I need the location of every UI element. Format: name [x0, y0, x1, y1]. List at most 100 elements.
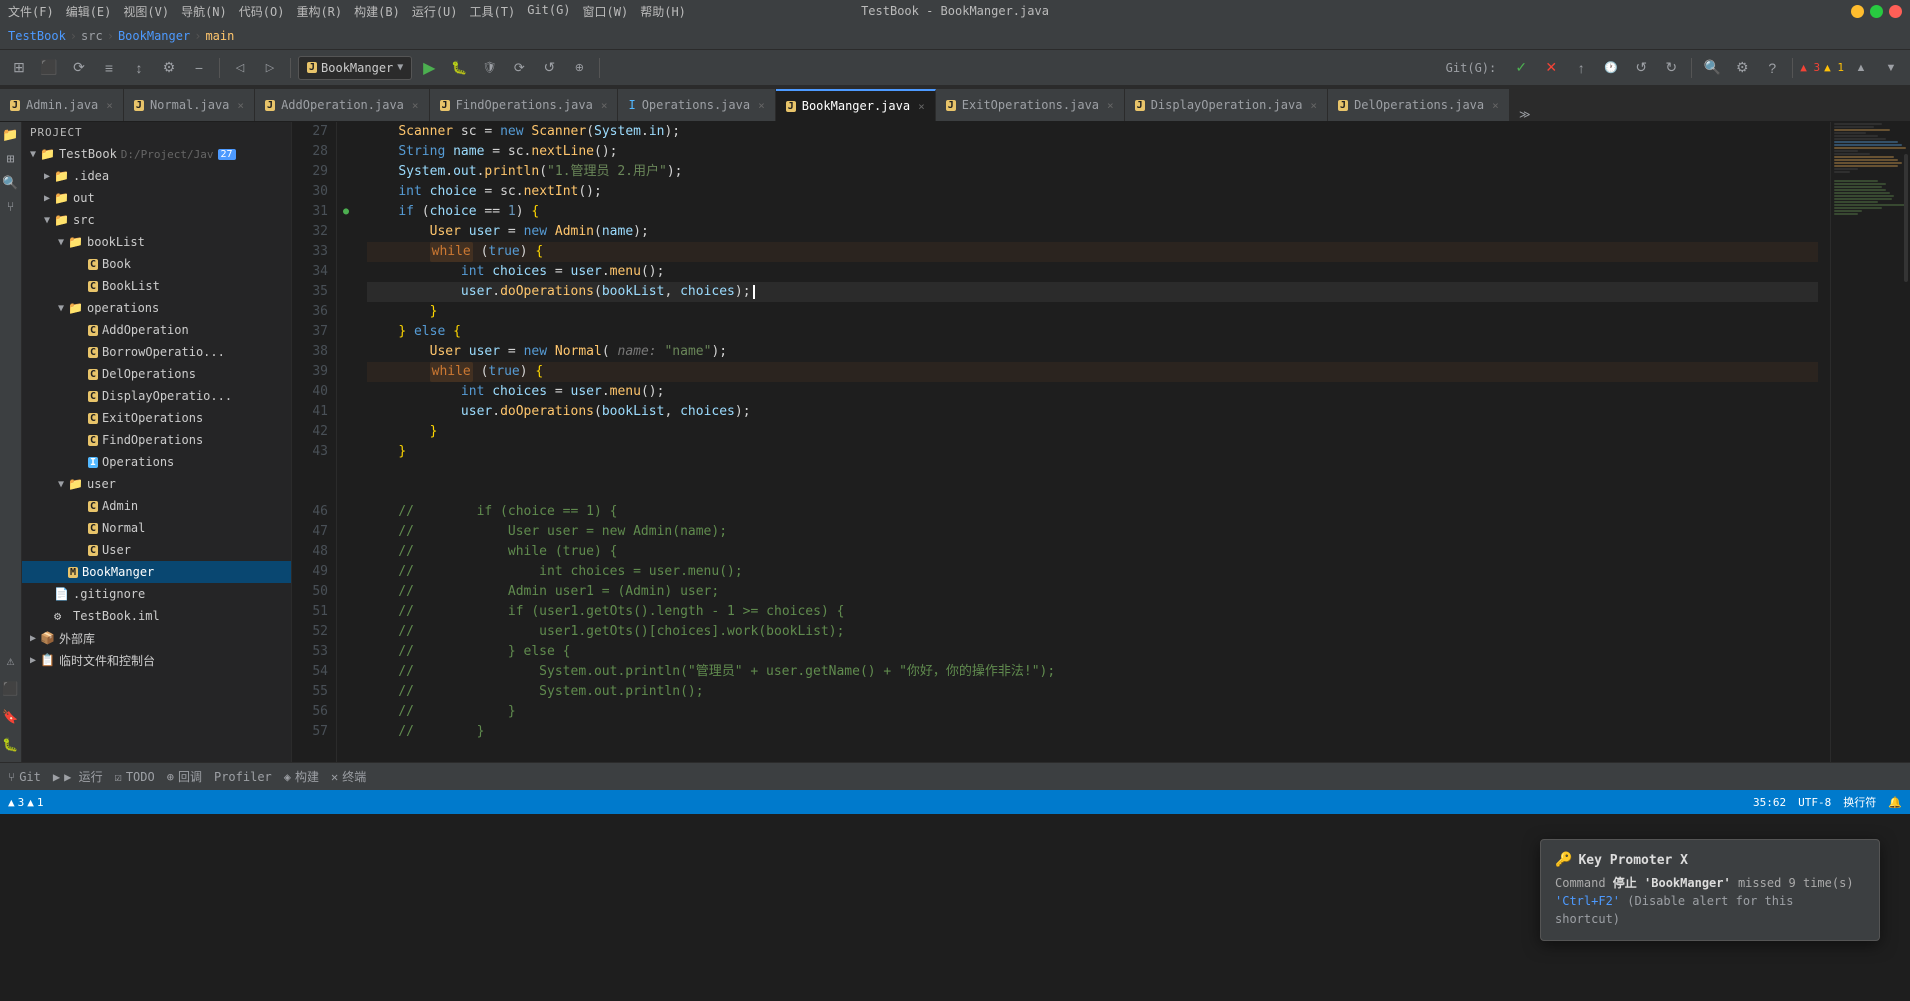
- shortcut-link[interactable]: 'Ctrl+F2': [1555, 894, 1620, 908]
- project-structure-button[interactable]: ⊞: [6, 55, 32, 81]
- toolbar-btn-c3[interactable]: ⊕: [566, 55, 592, 81]
- menu-tools[interactable]: 工具(T): [470, 3, 516, 20]
- status-errors[interactable]: ▲ 3 ▲ 1: [8, 796, 44, 809]
- tree-addop[interactable]: C AddOperation: [22, 319, 291, 341]
- problems-tool[interactable]: ⊕ 回调: [167, 768, 202, 785]
- tree-bookman[interactable]: M BookManger: [22, 561, 291, 583]
- activity-project[interactable]: 📁: [2, 126, 20, 144]
- activity-vcs[interactable]: ⑂: [2, 198, 20, 216]
- menu-file[interactable]: 文件(F): [8, 3, 54, 20]
- toolbar-btn-c2[interactable]: ↺: [536, 55, 562, 81]
- tree-admin[interactable]: C Admin: [22, 495, 291, 517]
- terminal-tool[interactable]: ✕ 终端: [331, 768, 366, 785]
- tree-testbook[interactable]: ▼ 📁 TestBook D:/Project/Jav 27: [22, 143, 291, 165]
- tree-out[interactable]: ▶ 📁 out: [22, 187, 291, 209]
- expand-errors[interactable]: ▲: [1848, 55, 1874, 81]
- tree-operations-iface[interactable]: I Operations: [22, 451, 291, 473]
- tree-delop[interactable]: C DelOperations: [22, 363, 291, 385]
- history-button[interactable]: 🕐: [1598, 55, 1624, 81]
- toolbar-btn2[interactable]: ⬛: [36, 55, 62, 81]
- tree-external-libs[interactable]: ▶ 📦 外部库: [22, 627, 291, 649]
- tree-operations-folder[interactable]: ▼ 📁 operations: [22, 297, 291, 319]
- coverage-button[interactable]: 🛡: [476, 55, 502, 81]
- activity-terminal[interactable]: ⬛: [2, 680, 20, 698]
- git-up[interactable]: ↑: [1568, 55, 1594, 81]
- tree-booklist-folder[interactable]: ▼ 📁 bookList: [22, 231, 291, 253]
- menu-git[interactable]: Git(G): [527, 3, 570, 20]
- status-encoding[interactable]: UTF-8: [1798, 796, 1831, 809]
- menu-build[interactable]: 构建(B): [354, 3, 400, 20]
- toolbar-undo2[interactable]: ↺: [1628, 55, 1654, 81]
- git-branch-tool[interactable]: ⑂ Git: [8, 770, 41, 784]
- tree-exitop[interactable]: C ExitOperations: [22, 407, 291, 429]
- collapse-errors[interactable]: ▼: [1878, 55, 1904, 81]
- status-日本語[interactable]: 换行符: [1843, 794, 1876, 810]
- tree-book[interactable]: C Book: [22, 253, 291, 275]
- menu-nav[interactable]: 导航(N): [181, 3, 227, 20]
- git-check[interactable]: ✓: [1508, 55, 1534, 81]
- maximize-button[interactable]: [1870, 5, 1883, 18]
- tree-scratch[interactable]: ▶ 📋 临时文件和控制台: [22, 649, 291, 671]
- tab-delop[interactable]: J DelOperations.java ×: [1328, 89, 1510, 121]
- settings-main[interactable]: ⚙: [1729, 55, 1755, 81]
- toolbar-btn-c1[interactable]: ⟳: [506, 55, 532, 81]
- breadcrumb-method[interactable]: main: [205, 29, 234, 43]
- breadcrumb-file[interactable]: BookManger: [118, 29, 190, 43]
- tree-findop[interactable]: C FindOperations: [22, 429, 291, 451]
- toolbar-btn4[interactable]: ≡: [96, 55, 122, 81]
- tree-displayop[interactable]: C DisplayOperatio...: [22, 385, 291, 407]
- minimize-button[interactable]: [1851, 5, 1864, 18]
- build-tool[interactable]: ◈ 构建: [284, 768, 319, 785]
- tree-gitignore[interactable]: 📄 .gitignore: [22, 583, 291, 605]
- tab-exitop[interactable]: J ExitOperations.java ×: [936, 89, 1125, 121]
- run-tool[interactable]: ▶ ▶ 运行: [53, 768, 103, 785]
- activity-bookmarks[interactable]: 🔖: [2, 708, 20, 726]
- more-tabs[interactable]: ≫: [1510, 108, 1540, 121]
- menu-view[interactable]: 视图(V): [123, 3, 169, 20]
- breadcrumb-src[interactable]: src: [81, 29, 103, 43]
- menu-help[interactable]: 帮助(H): [640, 3, 686, 20]
- menu-run[interactable]: 运行(U): [412, 3, 458, 20]
- tree-booklist-cls[interactable]: C BookList: [22, 275, 291, 297]
- code-editor[interactable]: 27 28 29 30 31 32 33 34 35 36 37 38 39 4…: [292, 122, 1910, 762]
- help-button[interactable]: ?: [1759, 55, 1785, 81]
- tree-normal[interactable]: C Normal: [22, 517, 291, 539]
- tab-addop[interactable]: J AddOperation.java ×: [255, 89, 429, 121]
- menu-edit[interactable]: 编辑(E): [66, 3, 112, 20]
- activity-debug[interactable]: 🐛: [2, 736, 20, 754]
- activity-search[interactable]: 🔍: [2, 174, 20, 192]
- toolbar-minus[interactable]: −: [186, 55, 212, 81]
- close-button[interactable]: [1889, 5, 1902, 18]
- tree-borrowop[interactable]: C BorrowOperatio...: [22, 341, 291, 363]
- tree-idea[interactable]: ▶ 📁 .idea: [22, 165, 291, 187]
- tree-user-cls[interactable]: C User: [22, 539, 291, 561]
- toolbar-redo2[interactable]: ↻: [1658, 55, 1684, 81]
- tab-admin[interactable]: J Admin.java ×: [0, 89, 124, 121]
- tree-user-folder[interactable]: ▼ 📁 user: [22, 473, 291, 495]
- toolbar-btn5[interactable]: ↕: [126, 55, 152, 81]
- profiler-tool[interactable]: Profiler: [214, 770, 272, 784]
- tab-displayop[interactable]: J DisplayOperation.java ×: [1125, 89, 1328, 121]
- tab-bookman[interactable]: J BookManger.java ×: [776, 89, 936, 121]
- tab-normal[interactable]: J Normal.java ×: [124, 89, 255, 121]
- tab-findop[interactable]: J FindOperations.java ×: [430, 89, 619, 121]
- search-everywhere[interactable]: 🔍: [1699, 55, 1725, 81]
- status-notifications[interactable]: 🔔: [1888, 796, 1902, 809]
- activity-problems[interactable]: ⚠: [2, 652, 20, 670]
- git-cross[interactable]: ✕: [1538, 55, 1564, 81]
- menu-refactor[interactable]: 重构(R): [296, 3, 342, 20]
- debug-button[interactable]: 🐛: [446, 55, 472, 81]
- tree-src[interactable]: ▼ 📁 src: [22, 209, 291, 231]
- toolbar-redo[interactable]: ▷: [257, 55, 283, 81]
- toolbar-btn3[interactable]: ⟳: [66, 55, 92, 81]
- activity-structure[interactable]: ⊞: [2, 150, 20, 168]
- toolbar-undo[interactable]: ◁: [227, 55, 253, 81]
- run-config-selector[interactable]: J BookManger ▼: [298, 56, 412, 80]
- settings-button[interactable]: ⚙: [156, 55, 182, 81]
- menu-window[interactable]: 窗口(W): [583, 3, 629, 20]
- todo-tool[interactable]: ☑ TODO: [115, 770, 155, 784]
- menu-code[interactable]: 代码(O): [239, 3, 285, 20]
- breadcrumb-project[interactable]: TestBook: [8, 29, 66, 43]
- tab-operations[interactable]: I Operations.java ×: [618, 89, 775, 121]
- status-line-col[interactable]: 35:62: [1753, 796, 1786, 809]
